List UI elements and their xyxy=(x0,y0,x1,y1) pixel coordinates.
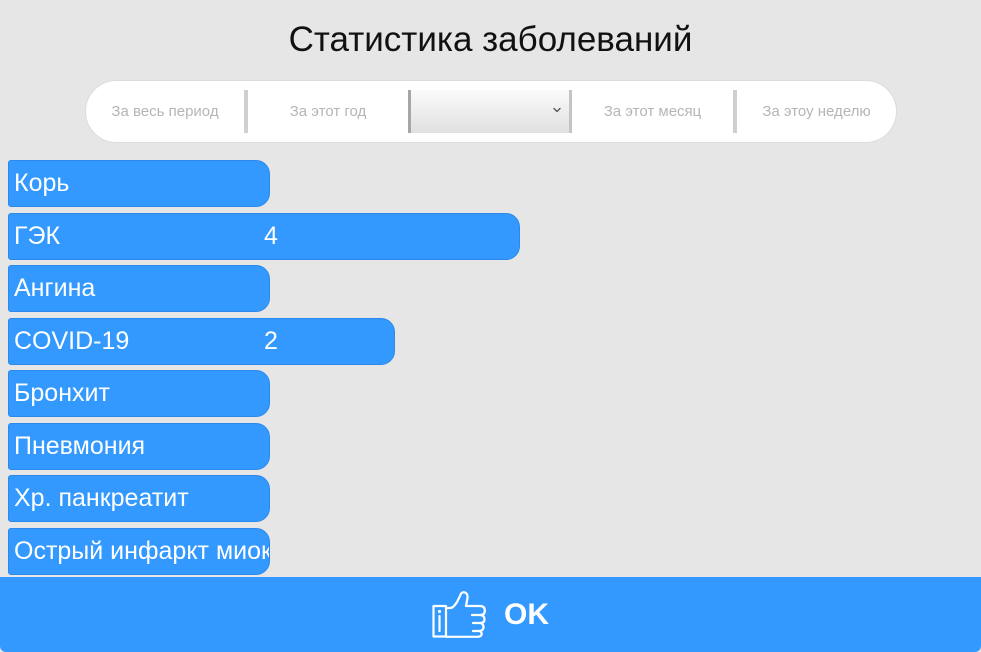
stat-bar: Ангина xyxy=(8,265,270,313)
stat-bar-count: 2 xyxy=(264,326,278,355)
page-title: Статистика заболеваний xyxy=(288,20,693,59)
stat-bar-label: Ангина xyxy=(14,274,96,303)
stat-bar-label: Острый инфаркт миок xyxy=(14,536,270,565)
disease-stats-list: Корь ГЭК 4 Ангина COVID-19 2 Бронхит Пне… xyxy=(8,160,968,581)
tab-all-time[interactable]: За весь период xyxy=(86,81,244,142)
tab-this-month[interactable]: За этот месяц xyxy=(572,81,733,142)
ok-button-label: OK xyxy=(504,598,549,631)
tab-this-year[interactable]: За этот год xyxy=(248,81,408,142)
stat-bar: Корь xyxy=(8,160,270,207)
thumbs-up-icon xyxy=(432,591,486,638)
chevron-down-icon xyxy=(553,107,561,113)
tab-this-week[interactable]: За этоу неделю xyxy=(737,81,896,142)
period-select[interactable] xyxy=(408,90,572,133)
stat-bar: COVID-19 2 xyxy=(8,317,395,365)
stat-bar-label: Пневмония xyxy=(14,431,146,460)
stat-bar: Острый инфаркт миок xyxy=(8,527,270,575)
stat-bar: ГЭК 4 xyxy=(8,212,520,260)
stat-bar-count: 4 xyxy=(264,221,278,250)
stat-bar-label: COVID-19 xyxy=(14,326,130,355)
ok-button[interactable]: OK xyxy=(0,577,981,652)
stat-bar: Пневмония xyxy=(8,422,270,470)
period-filter-bar: За весь период За этот год За этот месяц… xyxy=(85,80,897,143)
stat-bar-label: Бронхит xyxy=(14,379,110,408)
stat-bar-label: Корь xyxy=(14,169,70,197)
stat-bar: Хр. панкреатит xyxy=(8,475,270,523)
app-window: Статистика заболеваний За весь период За… xyxy=(0,0,981,652)
stat-bar-label: ГЭК xyxy=(14,221,61,250)
stat-bar: Бронхит xyxy=(8,370,270,418)
stat-bar-label: Хр. панкреатит xyxy=(14,484,189,513)
